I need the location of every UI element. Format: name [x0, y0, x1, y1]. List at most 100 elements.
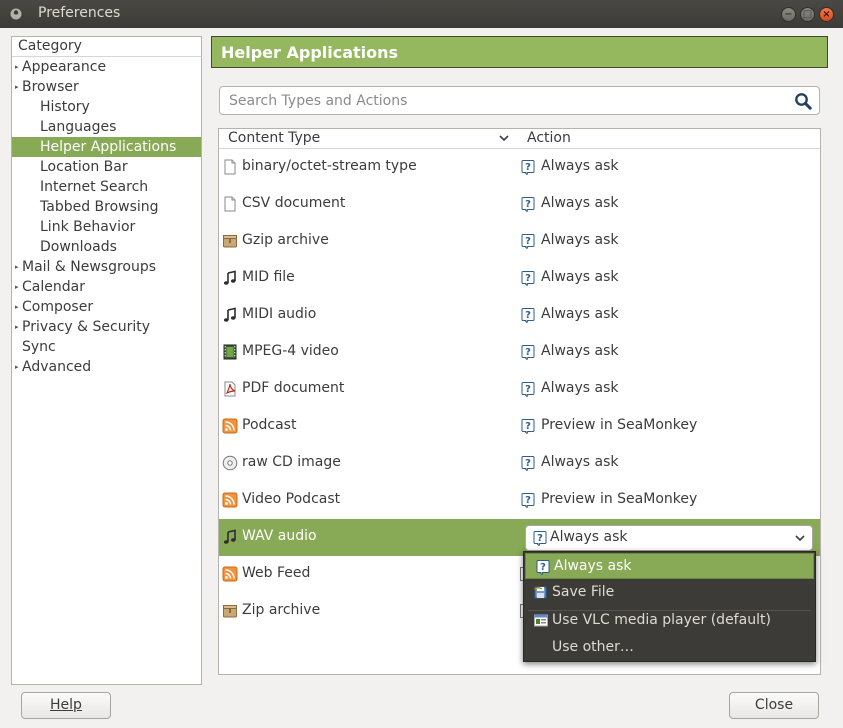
- chevron-down-icon[interactable]: [497, 131, 511, 145]
- always-ask-icon: ?: [521, 234, 535, 249]
- table-row[interactable]: PDF document? Always ask: [219, 371, 820, 408]
- minimize-button[interactable]: −: [781, 7, 796, 22]
- table-row[interactable]: MPEG-4 video? Always ask: [219, 334, 820, 371]
- expand-arrow-icon[interactable]: ▸: [15, 257, 19, 277]
- dropdown-option[interactable]: Use other…: [524, 635, 815, 661]
- action-label: Always ask: [541, 343, 619, 359]
- category-item[interactable]: ▸ Appearance: [12, 57, 201, 77]
- category-item-label: Appearance: [22, 59, 107, 75]
- content-type-label: Podcast: [242, 417, 297, 433]
- action-label: Always ask: [541, 380, 619, 396]
- category-header: Category: [18, 38, 82, 54]
- search-input[interactable]: [229, 91, 789, 111]
- category-item[interactable]: Downloads: [12, 237, 201, 257]
- close-icon: ×: [822, 9, 831, 20]
- dropdown-option-label: Use VLC media player (default): [552, 612, 771, 628]
- category-item[interactable]: Sync: [12, 337, 201, 357]
- action-label: Always ask: [541, 269, 619, 285]
- category-item-label: Composer: [22, 299, 94, 315]
- category-item-label: History: [40, 99, 90, 115]
- dropdown-option-label: Save File: [552, 584, 615, 600]
- column-header-content-type[interactable]: Content Type: [228, 129, 320, 148]
- category-item-label: Calendar: [22, 279, 85, 295]
- category-item[interactable]: ▸ Mail & Newsgroups: [12, 257, 201, 277]
- action-dropdown-menu[interactable]: ? Always ask Save File Use VLC media player…: [523, 551, 816, 662]
- dropdown-option-label: Always ask: [554, 558, 632, 574]
- save-file-icon: [533, 586, 547, 599]
- action-label: Always ask: [541, 454, 619, 470]
- action-label: Preview in SeaMonkey: [541, 491, 698, 507]
- category-item[interactable]: ▸ Composer: [12, 297, 201, 317]
- category-item-label: Link Behavior: [40, 219, 136, 235]
- svg-text:?: ?: [540, 562, 546, 573]
- category-item-label: Downloads: [40, 239, 117, 255]
- category-item[interactable]: Tabbed Browsing: [12, 197, 201, 217]
- category-item[interactable]: ▸ Advanced: [12, 357, 201, 377]
- pdf-icon: [224, 381, 236, 397]
- always-ask-icon: ?: [521, 493, 535, 508]
- close-window-button[interactable]: ×: [819, 7, 834, 22]
- svg-text:?: ?: [525, 347, 531, 358]
- window-title: Preferences: [38, 5, 121, 21]
- category-item-label: Sync: [22, 339, 56, 355]
- category-item[interactable]: ▸ Calendar: [12, 277, 201, 297]
- expand-arrow-icon[interactable]: ▸: [15, 317, 19, 337]
- table-row[interactable]: raw CD image? Always ask: [219, 445, 820, 482]
- table-row[interactable]: MIDI audio? Always ask: [219, 297, 820, 334]
- category-item-label: Languages: [40, 119, 117, 135]
- always-ask-icon: ?: [521, 419, 535, 434]
- vlc-app-icon: [534, 614, 548, 627]
- always-ask-icon: ?: [521, 382, 535, 397]
- expand-arrow-icon[interactable]: ▸: [15, 77, 19, 97]
- action-select-value: Always ask: [550, 529, 628, 545]
- maximize-button[interactable]: □: [800, 7, 815, 22]
- category-item[interactable]: Internet Search: [12, 177, 201, 197]
- table-row[interactable]: Podcast? Preview in SeaMonkey: [219, 408, 820, 445]
- always-ask-icon: ?: [521, 160, 535, 175]
- close-button[interactable]: Close: [729, 692, 819, 719]
- expand-arrow-icon[interactable]: ▸: [15, 297, 19, 317]
- svg-text:?: ?: [525, 421, 531, 432]
- rss-feed-icon: [222, 418, 238, 434]
- category-item-label: Browser: [22, 79, 79, 95]
- music-note-icon: [223, 529, 236, 544]
- category-item[interactable]: Helper Applications: [12, 137, 201, 157]
- category-item[interactable]: ▸ Browser: [12, 77, 201, 97]
- svg-text:?: ?: [525, 162, 531, 173]
- expand-arrow-icon[interactable]: ▸: [15, 277, 19, 297]
- action-label: Always ask: [541, 158, 619, 174]
- table-row[interactable]: CSV document? Always ask: [219, 186, 820, 223]
- svg-text:?: ?: [525, 199, 531, 210]
- svg-text:?: ?: [525, 384, 531, 395]
- category-item[interactable]: Location Bar: [12, 157, 201, 177]
- action-label: Always ask: [541, 306, 619, 322]
- table-row[interactable]: binary/octet-stream type? Always ask: [219, 149, 820, 186]
- svg-text:?: ?: [525, 236, 531, 247]
- svg-text:?: ?: [525, 495, 531, 506]
- column-header-action[interactable]: Action: [527, 129, 571, 148]
- expand-arrow-icon[interactable]: ▸: [15, 357, 19, 377]
- category-item[interactable]: Languages: [12, 117, 201, 137]
- expand-arrow-icon[interactable]: ▸: [15, 57, 19, 77]
- category-item[interactable]: History: [12, 97, 201, 117]
- action-select[interactable]: ? Always ask: [525, 525, 813, 551]
- table-row[interactable]: MID file? Always ask: [219, 260, 820, 297]
- help-button[interactable]: Help: [21, 692, 111, 719]
- search-box[interactable]: [219, 86, 820, 115]
- always-ask-icon: ?: [521, 308, 535, 323]
- category-tree[interactable]: Category ▸ Appearance ▸ Browser History Langu…: [11, 36, 202, 685]
- content-type-label: Gzip archive: [242, 232, 329, 248]
- category-item[interactable]: ▸ Privacy & Security: [12, 317, 201, 337]
- table-row[interactable]: Video Podcast? Preview in SeaMonkey: [219, 482, 820, 519]
- category-item[interactable]: Link Behavior: [12, 217, 201, 237]
- content-type-label: MIDI audio: [242, 306, 317, 322]
- archive-icon: [223, 235, 237, 248]
- search-icon[interactable]: [794, 92, 812, 110]
- content-type-label: binary/octet-stream type: [242, 158, 417, 174]
- dropdown-option[interactable]: Save File: [524, 580, 815, 606]
- table-row[interactable]: Gzip archive? Always ask: [219, 223, 820, 260]
- content-type-label: MID file: [242, 269, 295, 285]
- dropdown-option[interactable]: Use VLC media player (default): [524, 608, 815, 634]
- dropdown-option[interactable]: ? Always ask: [525, 553, 814, 579]
- action-label: Preview in SeaMonkey: [541, 417, 698, 433]
